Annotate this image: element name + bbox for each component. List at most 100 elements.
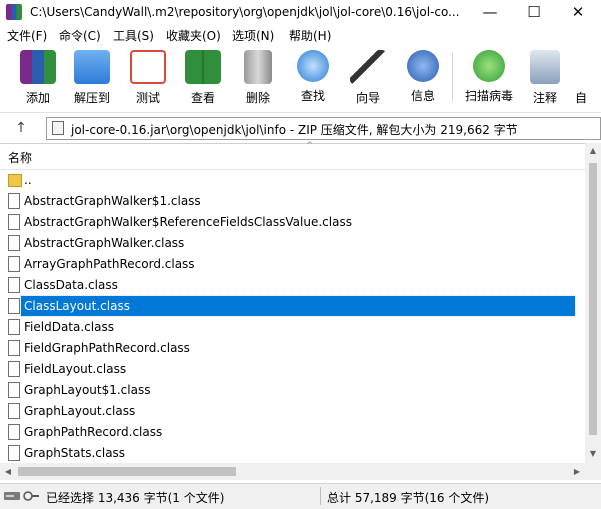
menu-favorites[interactable]: 收藏夹(O) (166, 27, 221, 44)
file-name: ClassData.class (24, 278, 118, 292)
maximize-button[interactable]: ☐ (512, 0, 556, 26)
file-name: AbstractGraphWalker$ReferenceFieldsClass… (24, 215, 352, 229)
wizard-button[interactable]: 向导 (343, 50, 393, 106)
more-button[interactable]: 自 (566, 50, 596, 106)
menu-tools[interactable]: 工具(S) (113, 27, 154, 44)
folder-extract-icon (74, 50, 110, 84)
title-bar: C:\Users\CandyWall\.m2\repository\org\op… (0, 0, 601, 26)
file-name: FieldData.class (24, 320, 114, 334)
file-icon (8, 256, 20, 272)
vertical-scrollbar[interactable]: ▲ ▼ (585, 143, 601, 480)
parent-folder-row[interactable]: .. (0, 170, 585, 191)
file-row[interactable]: FieldLayout.class (0, 359, 585, 380)
menu-help[interactable]: 帮助(H) (289, 27, 331, 44)
horizontal-scroll-thumb[interactable] (18, 467, 236, 476)
close-button[interactable]: ✕ (556, 0, 600, 26)
menu-commands[interactable]: 命令(C) (59, 27, 101, 44)
total-status: 总计 57,189 字节(16 个文件) (327, 491, 490, 505)
folder-icon (8, 174, 22, 187)
file-name: FieldLayout.class (24, 362, 127, 376)
file-row[interactable]: GraphStats.class (0, 443, 585, 464)
file-name: ClassLayout.class (20, 295, 576, 317)
magic-wand-icon (350, 50, 386, 84)
add-button[interactable]: 添加 (13, 50, 63, 106)
up-folder-button[interactable]: ↑ (8, 117, 34, 139)
test-button[interactable]: 测试 (123, 50, 173, 106)
magnifier-icon (297, 50, 329, 82)
vertical-scroll-thumb[interactable] (589, 163, 597, 435)
address-bar: ↑ jol-core-0.16.jar\org\openjdk\jol\info… (0, 112, 601, 143)
file-icon (8, 235, 20, 251)
selection-status: 已经选择 13,436 字节(1 个文件) (46, 491, 225, 505)
file-icon (8, 340, 20, 356)
file-name: GraphStats.class (24, 446, 126, 460)
book-view-icon (185, 50, 221, 84)
file-icon (8, 277, 20, 293)
scroll-left-icon[interactable]: ◀ (0, 463, 16, 480)
test-label: 测试 (135, 91, 160, 105)
archive-file-icon (52, 121, 64, 135)
winrar-app-icon[interactable] (6, 4, 22, 20)
file-row[interactable]: FieldGraphPathRecord.class (0, 338, 585, 359)
archive-add-icon (20, 50, 56, 84)
file-icon (8, 382, 20, 398)
info-button[interactable]: 信息 (398, 50, 448, 106)
scroll-down-icon[interactable]: ▼ (585, 446, 601, 462)
drive-key-icon (4, 490, 40, 502)
toolbar: 添加 解压到 测试 查看 删除 查找 向导 信息 扫描病毒 注释 自 (0, 46, 601, 110)
file-icon (8, 424, 20, 440)
file-row[interactable]: ArrayGraphPathRecord.class (0, 254, 585, 275)
file-icon (8, 445, 20, 461)
wizard-label: 向导 (355, 91, 380, 105)
file-row[interactable]: ClassData.class (0, 275, 585, 296)
comment-label: 注释 (532, 91, 557, 105)
file-name: GraphLayout$1.class (24, 383, 151, 397)
file-name: GraphLayout.class (24, 404, 136, 418)
file-row[interactable]: GraphLayout$1.class (0, 380, 585, 401)
sort-ascending-icon: ^ (306, 141, 314, 151)
delete-button[interactable]: 删除 (233, 50, 283, 106)
name-column-header[interactable]: 名称 ^ (0, 141, 585, 170)
file-row[interactable]: GraphLayout.class (0, 401, 585, 422)
horizontal-scrollbar[interactable]: ◀ ▶ (0, 463, 585, 480)
more-label: 自 (574, 91, 587, 105)
scroll-right-icon[interactable]: ▶ (569, 463, 585, 480)
file-row[interactable]: GraphPathRecord.class (0, 422, 585, 443)
extract-to-label: 解压到 (73, 91, 110, 105)
view-label: 查看 (190, 91, 215, 105)
status-divider (320, 487, 321, 505)
menu-options[interactable]: 选项(N) (232, 27, 274, 44)
name-column-label: 名称 (8, 151, 33, 165)
virus-scan-button[interactable]: 扫描病毒 (462, 50, 516, 106)
scroll-up-icon[interactable]: ▲ (585, 143, 601, 159)
file-row[interactable]: AbstractGraphWalker$ReferenceFieldsClass… (0, 212, 585, 233)
minimize-button[interactable]: — (468, 0, 512, 26)
virus-scan-label: 扫描病毒 (464, 89, 513, 103)
file-row[interactable]: AbstractGraphWalker.class (0, 233, 585, 254)
extract-to-button[interactable]: 解压到 (67, 50, 117, 106)
file-icon (8, 403, 20, 419)
file-row[interactable]: FieldData.class (0, 317, 585, 338)
file-row[interactable]: AbstractGraphWalker$1.class (0, 191, 585, 212)
path-field[interactable]: jol-core-0.16.jar\org\openjdk\jol\info -… (46, 117, 601, 140)
view-button[interactable]: 查看 (178, 50, 228, 106)
file-icon (8, 298, 20, 314)
path-text: jol-core-0.16.jar\org\openjdk\jol\info -… (71, 123, 518, 137)
file-name: AbstractGraphWalker$1.class (24, 194, 201, 208)
info-label: 信息 (410, 89, 435, 103)
virus-scan-icon (473, 50, 505, 82)
file-row[interactable]: ClassLayout.class (0, 295, 585, 317)
checklist-icon (130, 50, 166, 84)
toolbar-separator (452, 52, 453, 102)
delete-label: 删除 (245, 91, 270, 105)
add-label: 添加 (25, 91, 50, 105)
find-button[interactable]: 查找 (288, 50, 338, 106)
menu-file[interactable]: 文件(F) (7, 27, 47, 44)
comment-icon (530, 50, 560, 84)
info-icon (407, 50, 439, 82)
status-bar: 已经选择 13,436 字节(1 个文件) 总计 57,189 字节(16 个文… (0, 483, 601, 509)
file-list: 名称 ^ .. AbstractGraphWalker$1.class Abstra… (0, 141, 585, 464)
file-name: ArrayGraphPathRecord.class (24, 257, 195, 271)
file-name: .. (24, 173, 32, 187)
comment-button[interactable]: 注释 (520, 50, 570, 106)
